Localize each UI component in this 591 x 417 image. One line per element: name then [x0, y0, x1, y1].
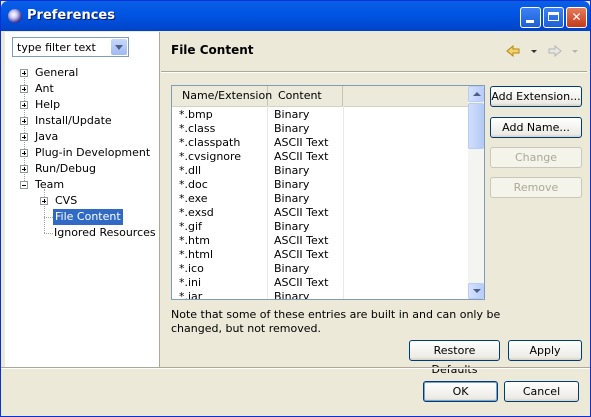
scroll-down-button[interactable]: [468, 283, 484, 299]
vertical-scrollbar[interactable]: [468, 86, 484, 299]
window-title: Preferences: [27, 8, 115, 23]
chevron-down-icon[interactable]: [531, 50, 537, 53]
cell-name: *.doc: [179, 178, 208, 191]
tree-guide-line: [44, 189, 45, 233]
cell-name: *.jar: [179, 290, 203, 300]
ok-button[interactable]: OK: [423, 381, 498, 402]
expand-icon[interactable]: [40, 197, 48, 205]
cell-name: *.exsd: [179, 206, 214, 219]
change-button: Change: [490, 147, 582, 168]
add-name-button[interactable]: Add Name...: [490, 117, 582, 138]
preferences-window: Preferences ✕ type filter text General A…: [0, 0, 591, 417]
restore-defaults-button[interactable]: Restore Defaults: [409, 340, 500, 376]
remove-button: Remove: [490, 177, 582, 198]
cell-content: Binary: [274, 108, 310, 121]
file-content-table[interactable]: Name/Extension Content *.bmp Binary *.clas…: [171, 85, 485, 300]
cell-name: *.html: [179, 248, 214, 261]
filter-combo[interactable]: type filter text: [12, 37, 129, 57]
table-row[interactable]: *.dll Binary: [172, 164, 468, 178]
cell-name: *.ini: [179, 276, 202, 289]
table-header: Name/Extension Content: [172, 86, 468, 107]
cell-content: Binary: [274, 290, 310, 300]
cell-name: *.gif: [179, 220, 202, 233]
column-header-name[interactable]: Name/Extension: [172, 86, 272, 106]
cell-content: ASCII Text: [274, 206, 329, 219]
table-row[interactable]: *.doc Binary: [172, 178, 468, 192]
eclipse-icon: [8, 9, 22, 23]
table-row[interactable]: *.jar Binary: [172, 290, 468, 300]
cell-content: Binary: [274, 262, 310, 275]
table-row[interactable]: *.exe Binary: [172, 192, 468, 206]
cell-content: Binary: [274, 192, 310, 205]
expand-icon[interactable]: [20, 117, 28, 125]
scroll-up-button[interactable]: [468, 86, 484, 102]
info-note: Note that some of these entries are buil…: [171, 308, 501, 335]
cell-name: *.bmp: [179, 108, 213, 121]
column-header-content[interactable]: Content: [268, 86, 343, 106]
cell-content: ASCII Text: [274, 150, 329, 163]
expand-icon[interactable]: [20, 165, 28, 173]
table-row[interactable]: *.ico Binary: [172, 262, 468, 276]
cancel-button[interactable]: Cancel: [504, 381, 579, 402]
cell-name: *.cvsignore: [179, 150, 242, 163]
arrow-left-icon[interactable]: [506, 45, 520, 57]
table-row[interactable]: *.cvsignore ASCII Text: [172, 150, 468, 164]
preferences-tree-panel: type filter text General Ant Help Instal…: [5, 32, 160, 367]
chevron-down-icon: [572, 50, 578, 53]
tree-guide-line: [44, 233, 53, 234]
tree-guide-line: [44, 217, 53, 218]
minimize-button[interactable]: [520, 7, 541, 28]
table-row[interactable]: *.bmp Binary: [172, 108, 468, 122]
add-extension-button[interactable]: Add Extension...: [490, 86, 582, 107]
apply-button[interactable]: Apply: [508, 340, 582, 361]
scroll-thumb[interactable]: [468, 103, 484, 149]
cell-content: Binary: [274, 122, 310, 135]
cell-name: *.exe: [179, 192, 208, 205]
cell-content: ASCII Text: [274, 248, 329, 261]
cell-content: ASCII Text: [274, 136, 329, 149]
table-row[interactable]: *.class Binary: [172, 122, 468, 136]
page-title: File Content: [171, 43, 254, 57]
footer-separator: [1, 367, 590, 369]
cell-name: *.ico: [179, 262, 204, 275]
expand-icon[interactable]: [20, 69, 28, 77]
chevron-down-icon[interactable]: [111, 39, 127, 55]
table-row[interactable]: *.classpath ASCII Text: [172, 136, 468, 150]
maximize-button[interactable]: [543, 7, 564, 28]
cell-content: Binary: [274, 220, 310, 233]
cell-name: *.dll: [179, 164, 202, 177]
filter-input[interactable]: type filter text: [17, 41, 96, 54]
table-row[interactable]: *.html ASCII Text: [172, 248, 468, 262]
cell-content: ASCII Text: [274, 276, 329, 289]
arrow-right-icon: [548, 45, 562, 57]
cell-content: ASCII Text: [274, 234, 329, 247]
cell-content: Binary: [274, 164, 310, 177]
title-bar[interactable]: Preferences ✕: [1, 1, 590, 31]
table-row[interactable]: *.htm ASCII Text: [172, 234, 468, 248]
table-row[interactable]: *.exsd ASCII Text: [172, 206, 468, 220]
expand-icon[interactable]: [20, 133, 28, 141]
cell-name: *.classpath: [179, 136, 241, 149]
expand-icon[interactable]: [20, 149, 28, 157]
cell-name: *.htm: [179, 234, 210, 247]
cell-name: *.class: [179, 122, 216, 135]
header-separator: [161, 71, 587, 73]
cell-content: Binary: [274, 178, 310, 191]
table-row[interactable]: *.gif Binary: [172, 220, 468, 234]
expand-icon[interactable]: [20, 101, 28, 109]
expand-icon[interactable]: [20, 85, 28, 93]
collapse-icon[interactable]: [20, 181, 28, 189]
table-row[interactable]: *.ini ASCII Text: [172, 276, 468, 290]
close-button[interactable]: ✕: [566, 7, 587, 28]
